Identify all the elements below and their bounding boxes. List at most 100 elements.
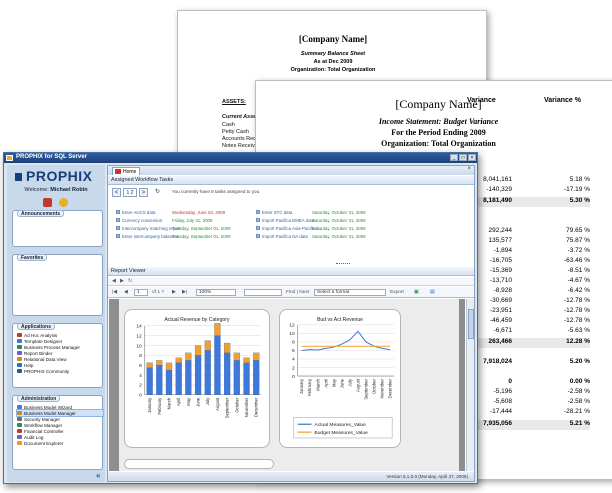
y-tick-label: 4: [139, 373, 142, 379]
variance-pct-value: 5.18 %: [569, 176, 590, 183]
workflow-task[interactable]: Currency conversion Friday, July 31, 2009: [116, 218, 212, 223]
variance-pct-value: 5.30 %: [569, 197, 590, 204]
minimize-button[interactable]: _: [450, 154, 458, 161]
export-icon[interactable]: ▣: [414, 290, 419, 295]
x-tick-label: March: [166, 397, 171, 409]
pane-splitter[interactable]: [336, 263, 350, 265]
x-tick-label: April: [176, 398, 181, 407]
print-icon[interactable]: ▤: [430, 290, 435, 295]
bar: [204, 350, 211, 395]
chart-legend: Actual Measures_Value Budget Measures_Val…: [293, 417, 393, 439]
screenshot-stage: [Company Name] Summary Balance Sheet As …: [0, 0, 612, 493]
planner-icon[interactable]: [43, 198, 52, 207]
x-tick-label: September: [363, 378, 368, 399]
variance-pct-value: -12.78 %: [563, 307, 590, 314]
x-tick-label: November: [380, 378, 385, 398]
close-window-button[interactable]: ×: [468, 154, 476, 161]
export-link[interactable]: Export: [390, 290, 404, 295]
administration-item-icon: [17, 423, 22, 427]
announcements-heading: Announcements: [17, 210, 65, 217]
applications-item-label: Ad Hoc Analysis: [24, 332, 58, 338]
legend-label: Budget Measures_Value: [314, 430, 368, 436]
next-page-button[interactable]: >: [139, 188, 148, 197]
workflow-task[interactable]: Intercompany matching report Tuesday, Sep…: [116, 226, 231, 231]
y-tick-label: 0: [292, 374, 295, 380]
find-input[interactable]: [244, 289, 282, 296]
variance-pct-value: 5.21 %: [569, 420, 590, 427]
applications-item-label: Business Process Manager: [24, 344, 80, 350]
tab-home[interactable]: Home: [112, 167, 140, 175]
task-name[interactable]: Enter AHCS data: [122, 210, 155, 215]
workflow-task[interactable]: Enter intercompany balances Tuesday, Sept…: [116, 234, 231, 239]
task-name[interactable]: Currency conversion: [122, 218, 162, 223]
scrollbar-thumb[interactable]: [468, 309, 474, 339]
x-tick-label: February: [307, 378, 312, 396]
previous-page-button[interactable]: <: [112, 188, 121, 197]
applications-item[interactable]: PROPHIX Community: [17, 368, 103, 374]
task-name[interactable]: Enter STC data: [262, 210, 292, 215]
task-icon: [116, 210, 120, 214]
applications-item-label: Help: [24, 362, 34, 368]
task-icon: [116, 234, 120, 238]
page-indicator[interactable]: 1 2: [123, 188, 137, 197]
administration-item-label: Workflow Manager: [24, 422, 63, 428]
workflow-pager: < 1 2 > ↻ You currently have 8 tasks ass…: [112, 188, 432, 199]
assets-heading: ASSETS:: [222, 99, 246, 105]
bar: [214, 323, 221, 336]
maximize-button[interactable]: □: [459, 154, 467, 161]
refresh-icon[interactable]: ↻: [153, 188, 162, 197]
workflow-task[interactable]: Enter STC data Saturday, October 31, 2009: [256, 210, 366, 215]
refresh-report-icon[interactable]: ↻: [128, 279, 132, 284]
bar: [253, 352, 260, 361]
x-tick-label: February: [157, 397, 162, 415]
x-tick-label: August: [355, 378, 360, 392]
task-name[interactable]: Enter intercompany balances: [122, 234, 179, 239]
task-due-date: Tuesday, September 01, 2009: [172, 226, 231, 231]
variance-pct-value: -28.21 %: [563, 408, 590, 415]
x-tick-label: August: [215, 397, 220, 411]
workflow-task[interactable]: Import Pacifica NA data Saturday, October…: [256, 234, 366, 239]
format-select[interactable]: Select a format: [314, 289, 386, 296]
forward-icon[interactable]: ▶: [120, 279, 124, 284]
main-area: Home × Assigned Workflow Tasks < 1 2 > ↻…: [107, 165, 475, 482]
next-page-icon[interactable]: ▶: [172, 290, 176, 295]
home-icon: [115, 169, 121, 174]
prev-page-icon[interactable]: ◀: [124, 290, 128, 295]
variance-pct-value: -4.67 %: [567, 277, 590, 284]
task-name[interactable]: Import Pacifica EMEA data: [262, 218, 314, 223]
variance-pct-value: -3.72 %: [567, 247, 590, 254]
balance-as-at: As at Dec 2009: [313, 59, 353, 65]
help-icon[interactable]: [59, 198, 68, 207]
prophix-window: PROPHIX for SQL Server _ □ × PROPHIX Wel…: [3, 152, 478, 484]
balance-organization: Organization: Total Organization: [290, 67, 376, 73]
applications-item-label: Template Designer: [24, 338, 63, 344]
first-page-icon[interactable]: |◀: [112, 290, 117, 295]
workflow-task[interactable]: Import Pacifica Asia-Pacific d... Saturda…: [256, 226, 366, 231]
last-page-icon[interactable]: ▶|: [182, 290, 187, 295]
applications-list: Ad Hoc Analysis Template Designer Business…: [17, 332, 103, 374]
sidebar: PROPHIX Welcome: Michael Robin Announcem…: [7, 165, 105, 482]
page-number-input[interactable]: 1: [134, 289, 148, 296]
y-tick-label: 6: [139, 363, 142, 369]
applications-item-icon: [17, 345, 22, 349]
report-scrollbar[interactable]: [466, 299, 474, 471]
y-tick-label: 10: [289, 331, 295, 337]
find-next-link[interactable]: Find | Next: [286, 290, 309, 295]
collapse-sidebar-icon[interactable]: «: [96, 471, 100, 480]
zoom-select[interactable]: 100%: [196, 289, 236, 296]
close-tab-icon[interactable]: ×: [467, 166, 471, 172]
administration-item-label: Financial Controller: [24, 428, 64, 434]
income-period: For the Period Ending 2009: [391, 128, 486, 137]
bar: [175, 357, 182, 363]
task-name[interactable]: Import Pacifica NA data: [262, 234, 308, 239]
workflow-task[interactable]: Import Pacifica EMEA data Saturday, Octob…: [256, 218, 366, 223]
x-tick-label: December: [388, 378, 393, 398]
report-panel-bottom: [124, 459, 274, 469]
back-icon[interactable]: ◀: [112, 279, 116, 284]
applications-item-label: PROPHIX Community: [24, 368, 70, 374]
administration-list: Business Model Wizard Business Model Mana…: [16, 404, 104, 446]
administration-item[interactable]: Document Explorer: [17, 440, 103, 446]
workflow-task[interactable]: Enter AHCS data Wednesday, June 03, 2009: [116, 210, 225, 215]
variance-pct-value: 79.65 %: [566, 227, 590, 234]
administration-item-label: Audit Log: [24, 434, 44, 440]
